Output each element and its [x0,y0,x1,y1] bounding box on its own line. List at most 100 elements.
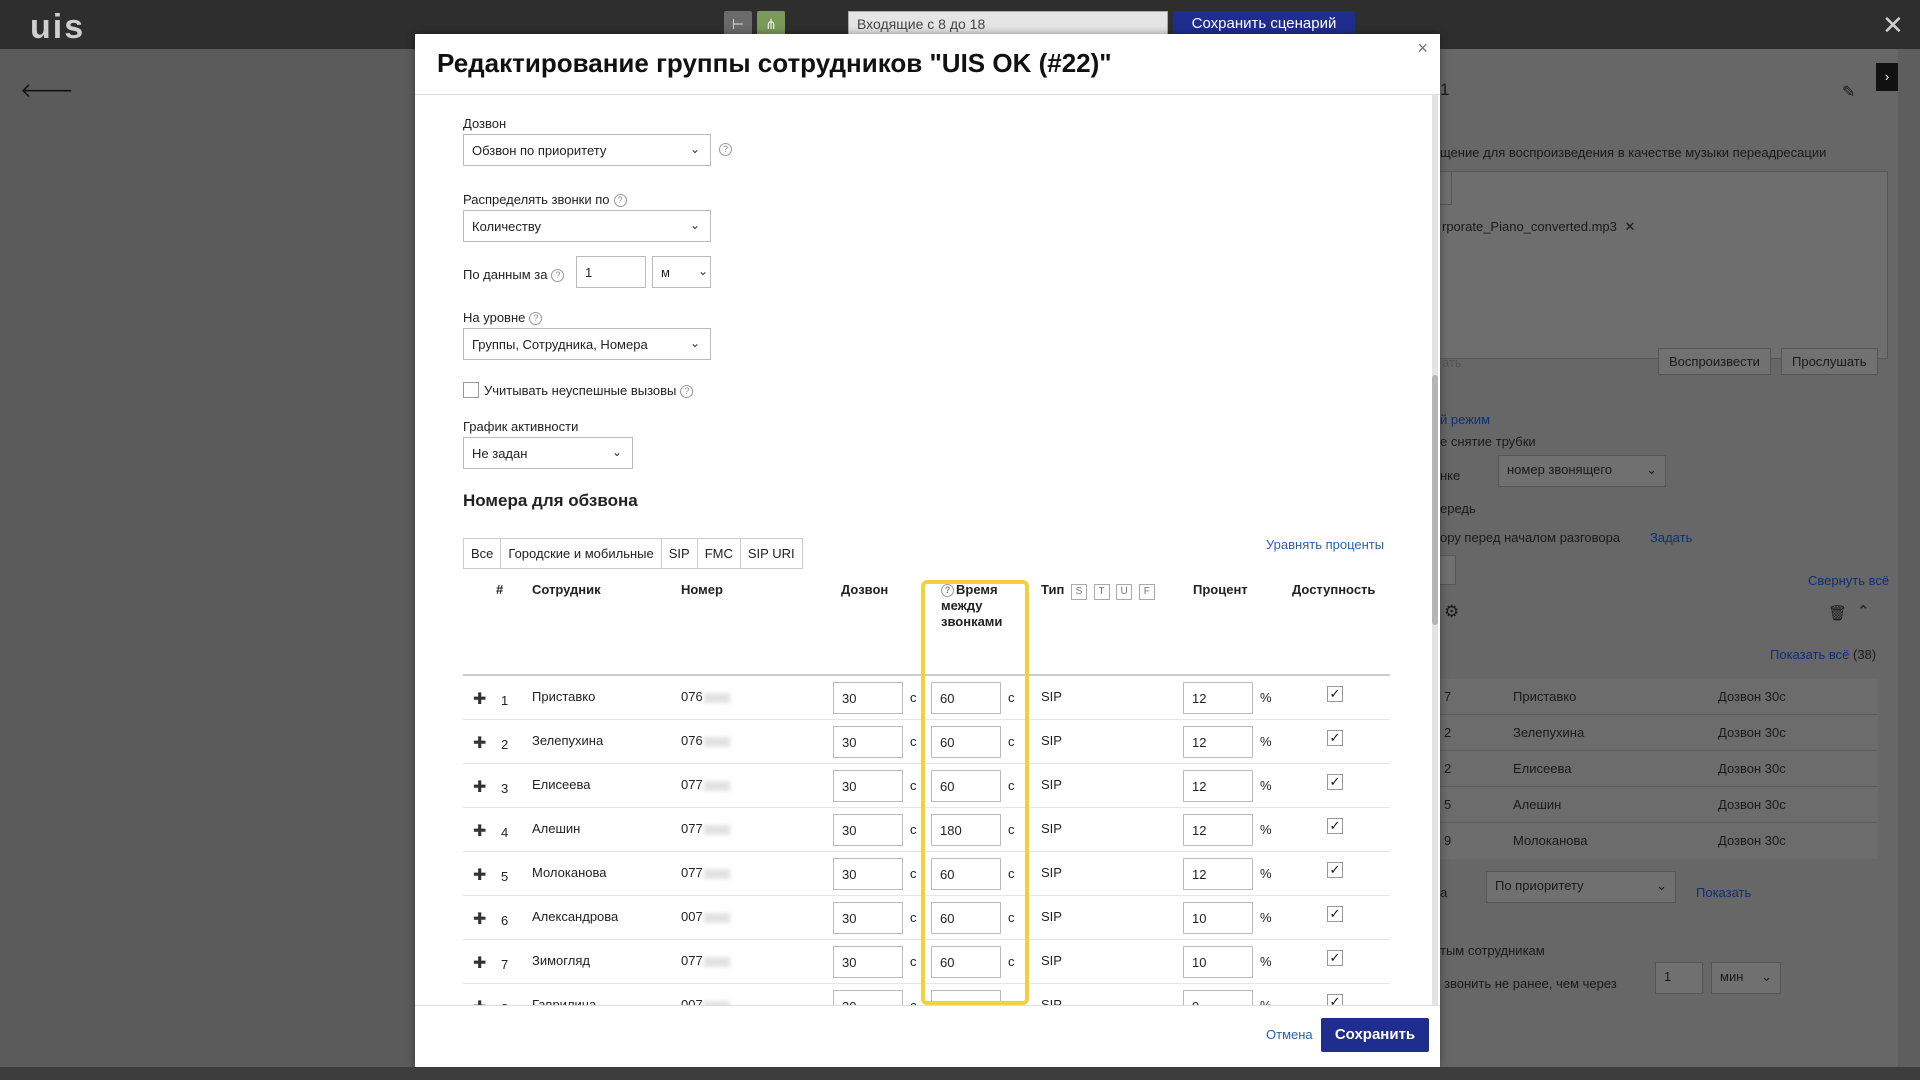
page-scrollbar[interactable] [1898,49,1920,1080]
row-number-text: 077 [681,865,703,880]
mode-link[interactable]: й режим [1440,412,1490,427]
filter-sip[interactable]: SIP [660,538,698,569]
row-percent-input[interactable]: 12 [1183,770,1253,802]
list-item-name: Приставко [1513,689,1577,704]
row-dial-input[interactable]: 30 [833,682,903,714]
set-link[interactable]: Задать [1650,530,1692,545]
help-icon[interactable]: ? [529,312,543,326]
row-number-text: 077 [681,821,703,836]
time-between-highlight [921,580,1029,1005]
chevron-down-icon: ⌄ [697,264,708,278]
listen-button[interactable]: Прослушать [1781,348,1878,375]
dial-select[interactable]: Обзвон по приоритету ⌄ [463,134,711,166]
row-dial-input[interactable]: 30 [833,946,903,978]
interval-unit-select[interactable]: мин ⌄ [1711,962,1781,994]
type-filter-f[interactable]: F [1138,584,1155,600]
row-dial-input[interactable]: 30 [833,902,903,934]
row-dial-input[interactable]: 30 [833,990,903,1005]
filter-fmc[interactable]: FMC [696,538,741,569]
save-button[interactable]: Сохранить [1321,1018,1429,1052]
help-icon[interactable]: ? [551,269,565,283]
row-percent-input[interactable]: 12 [1183,814,1253,846]
drag-handle-icon[interactable]: ✚ [473,865,486,885]
row-dial-input[interactable]: 30 [833,770,903,802]
schedule-select[interactable]: Не задан ⌄ [463,437,633,469]
type-filter-s[interactable]: S [1070,584,1087,600]
expand-panel-icon[interactable]: › [1876,63,1898,91]
row-type: SIP [1041,909,1062,924]
failed-calls-checkbox[interactable] [463,382,479,398]
row-percent-input[interactable]: 12 [1183,858,1253,890]
row-employee: Елисеева [532,777,591,792]
filter-all[interactable]: Все [463,538,502,569]
list-item: 9 Молоканова Дозвон 30с [1440,823,1878,859]
row-dial-unit: с [910,734,917,749]
priority-select[interactable]: По приоритету ⌄ [1486,871,1676,903]
drag-handle-icon[interactable]: ✚ [473,821,486,841]
row-number: 076 [681,733,730,748]
list-item-num: 2 [1444,761,1452,776]
edit-pencil-icon[interactable]: ✎ [1842,82,1855,102]
period-input[interactable]: 1 [576,256,646,288]
redacted-digits [703,868,730,879]
row-percent-input[interactable]: 12 [1183,682,1253,714]
drag-handle-icon[interactable]: ✚ [473,689,486,709]
row-availability-checkbox[interactable]: ✓ [1327,906,1343,922]
caller-select[interactable]: номер звонящего ⌄ [1498,455,1666,487]
help-icon[interactable]: ? [613,194,627,208]
trash-icon[interactable]: 🗑 [1828,604,1847,622]
drag-handle-icon[interactable]: ✚ [473,953,486,973]
help-icon[interactable]: ? [719,143,732,156]
collapse-icon[interactable]: ⌃ [1857,602,1870,620]
row-dial-input[interactable]: 30 [833,726,903,758]
row-availability-checkbox[interactable]: ✓ [1327,994,1343,1005]
row-percent-input[interactable]: 9 [1183,990,1253,1005]
music-label: щение для воспроизведения в качестве муз… [1440,145,1827,160]
row-percent-input[interactable]: 12 [1183,726,1253,758]
interval-input[interactable]: 1 [1655,962,1703,994]
schedule-label: График активности [463,419,579,434]
music-file-chip[interactable]: rporate_Piano_converted.mp3 ✕ [1442,219,1635,235]
row-percent-input[interactable]: 10 [1183,946,1253,978]
drag-handle-icon[interactable]: ✚ [473,997,486,1005]
level-select-value: Группы, Сотрудника, Номера [472,337,648,352]
row-availability-checkbox[interactable]: ✓ [1327,862,1343,878]
type-filter-t[interactable]: T [1093,584,1110,600]
type-filter-u[interactable]: U [1116,584,1133,600]
music-input[interactable] [1438,171,1888,359]
row-dial-input[interactable]: 30 [833,858,903,890]
cancel-button[interactable]: Отмена [1266,1027,1313,1042]
small-select[interactable] [1438,555,1456,585]
row-availability-checkbox[interactable]: ✓ [1327,730,1343,746]
drag-handle-icon[interactable]: ✚ [473,777,486,797]
filter-city-mobile[interactable]: Городские и мобильные [500,538,662,569]
gear-icon[interactable]: ⚙ [1444,602,1459,622]
distribute-select[interactable]: Количеству ⌄ [463,210,711,242]
row-availability-checkbox[interactable]: ✓ [1327,686,1343,702]
period-unit-select[interactable]: м ⌄ [652,256,711,288]
row-percent-input[interactable]: 10 [1183,902,1253,934]
show-link[interactable]: Показать [1696,885,1751,900]
filter-sip-uri[interactable]: SIP URI [739,538,803,569]
drag-handle-icon[interactable]: ✚ [473,733,486,753]
remove-file-icon[interactable]: ✕ [1625,219,1636,234]
modal-scrollbar-thumb[interactable] [1432,375,1438,625]
back-arrow-icon[interactable]: 🡐 [20,78,74,103]
row-availability-checkbox[interactable]: ✓ [1327,818,1343,834]
list-item-name: Елисеева [1513,761,1572,776]
help-icon[interactable]: ? [680,385,694,399]
level-select[interactable]: Группы, Сотрудника, Номера ⌄ [463,328,711,360]
drag-handle-icon[interactable]: ✚ [473,909,486,929]
row-dial-input[interactable]: 30 [833,814,903,846]
row-availability-checkbox[interactable]: ✓ [1327,774,1343,790]
close-icon[interactable]: ✕ [1882,10,1904,41]
collapse-all-link[interactable]: Свернуть всё [1808,573,1889,588]
show-all-link[interactable]: Показать всё [1770,647,1849,662]
distribute-label-text: Распределять звонки по [463,192,610,207]
music-toggle-box[interactable] [1438,171,1452,205]
play-button[interactable]: Воспроизвести [1658,348,1771,375]
equalize-percent-link[interactable]: Уравнять проценты [1266,537,1384,552]
close-icon[interactable]: × [1417,38,1428,59]
modal-scrollbar[interactable] [1432,95,1438,1005]
row-availability-checkbox[interactable]: ✓ [1327,950,1343,966]
